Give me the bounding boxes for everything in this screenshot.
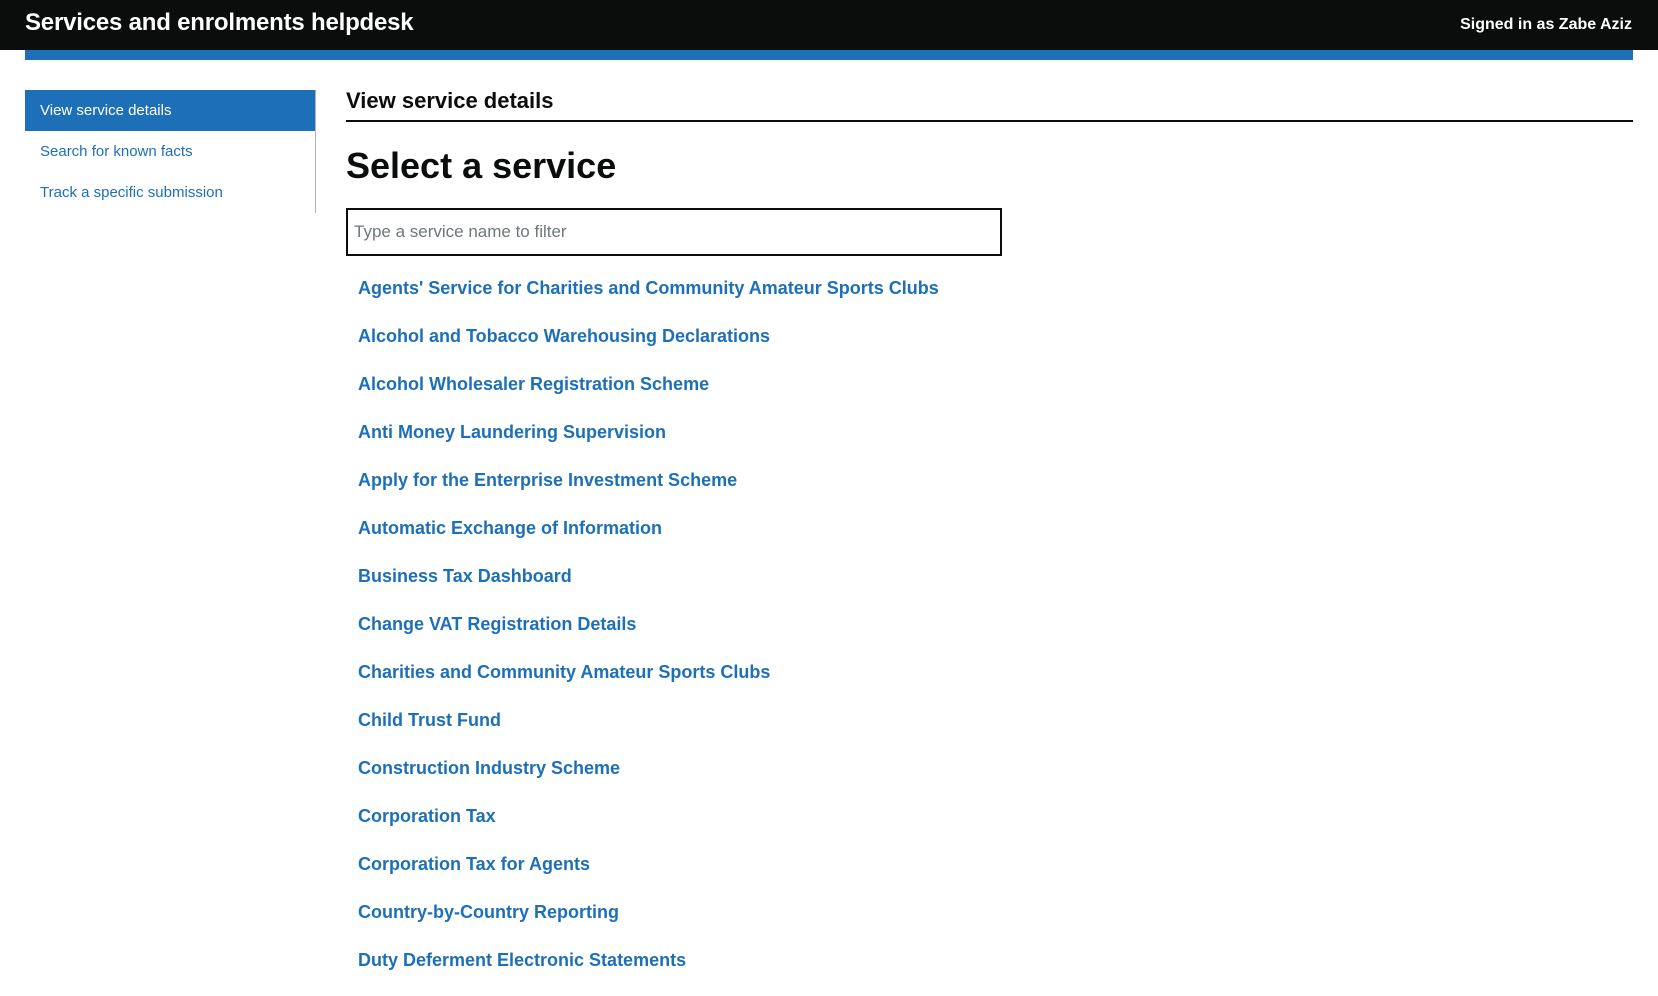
signed-in-user: Signed in as Zabe Aziz	[1460, 16, 1632, 33]
section-caption: View service details	[346, 86, 1633, 122]
service-link[interactable]: Change VAT Registration Details	[358, 614, 636, 634]
service-link[interactable]: Alcohol Wholesaler Registration Scheme	[358, 374, 709, 394]
list-item: Change VAT Registration Details	[358, 612, 1633, 660]
list-item: Apply for the Enterprise Investment Sche…	[358, 468, 1633, 516]
list-item: Anti Money Laundering Supervision	[358, 420, 1633, 468]
list-item: Automatic Exchange of Information	[358, 516, 1633, 564]
service-link[interactable]: Alcohol and Tobacco Warehousing Declarat…	[358, 326, 770, 346]
list-item: Agents' Service for Charities and Commun…	[358, 276, 1633, 324]
site-header: Services and enrolments helpdesk Signed …	[0, 0, 1658, 50]
service-link[interactable]: Construction Industry Scheme	[358, 758, 620, 778]
service-link[interactable]: Automatic Exchange of Information	[358, 518, 662, 538]
list-item: Charities and Community Amateur Sports C…	[358, 660, 1633, 708]
list-item: Country-by-Country Reporting	[358, 900, 1633, 948]
list-item: Alcohol Wholesaler Registration Scheme	[358, 372, 1633, 420]
service-name-link[interactable]: Services and enrolments helpdesk	[25, 9, 414, 37]
page-title: Select a service	[346, 145, 617, 186]
sidebar-nav: View service details Search for known fa…	[25, 90, 316, 213]
sidebar-item-track-submission[interactable]: Track a specific submission	[25, 172, 315, 213]
list-item: Corporation Tax	[358, 804, 1633, 852]
service-link[interactable]: Charities and Community Amateur Sports C…	[358, 662, 770, 682]
list-item: Child Trust Fund	[358, 708, 1633, 756]
header-accent-bar	[25, 50, 1633, 60]
service-link[interactable]: Duty Deferment Electronic Statements	[358, 950, 686, 970]
service-link[interactable]: Child Trust Fund	[358, 710, 501, 730]
service-link[interactable]: Business Tax Dashboard	[358, 566, 572, 586]
list-item: Business Tax Dashboard	[358, 564, 1633, 612]
service-link[interactable]: Corporation Tax	[358, 806, 496, 826]
list-item: Construction Industry Scheme	[358, 756, 1633, 804]
sidebar-item-search-known-facts[interactable]: Search for known facts	[25, 131, 315, 172]
sidebar-item-view-service-details[interactable]: View service details	[25, 90, 315, 131]
service-link[interactable]: Apply for the Enterprise Investment Sche…	[358, 470, 737, 490]
main-content: View service details Select a service Ag…	[346, 86, 1633, 996]
service-link[interactable]: Country-by-Country Reporting	[358, 902, 619, 922]
list-item: Corporation Tax for Agents	[358, 852, 1633, 900]
service-link[interactable]: Corporation Tax for Agents	[358, 854, 590, 874]
service-link[interactable]: Anti Money Laundering Supervision	[358, 422, 666, 442]
service-filter-input[interactable]	[346, 208, 1002, 256]
list-item: Alcohol and Tobacco Warehousing Declarat…	[358, 324, 1633, 372]
list-item: Duty Deferment Electronic Statements	[358, 948, 1633, 996]
service-list: Agents' Service for Charities and Commun…	[346, 276, 1633, 996]
service-link[interactable]: Agents' Service for Charities and Commun…	[358, 278, 939, 298]
